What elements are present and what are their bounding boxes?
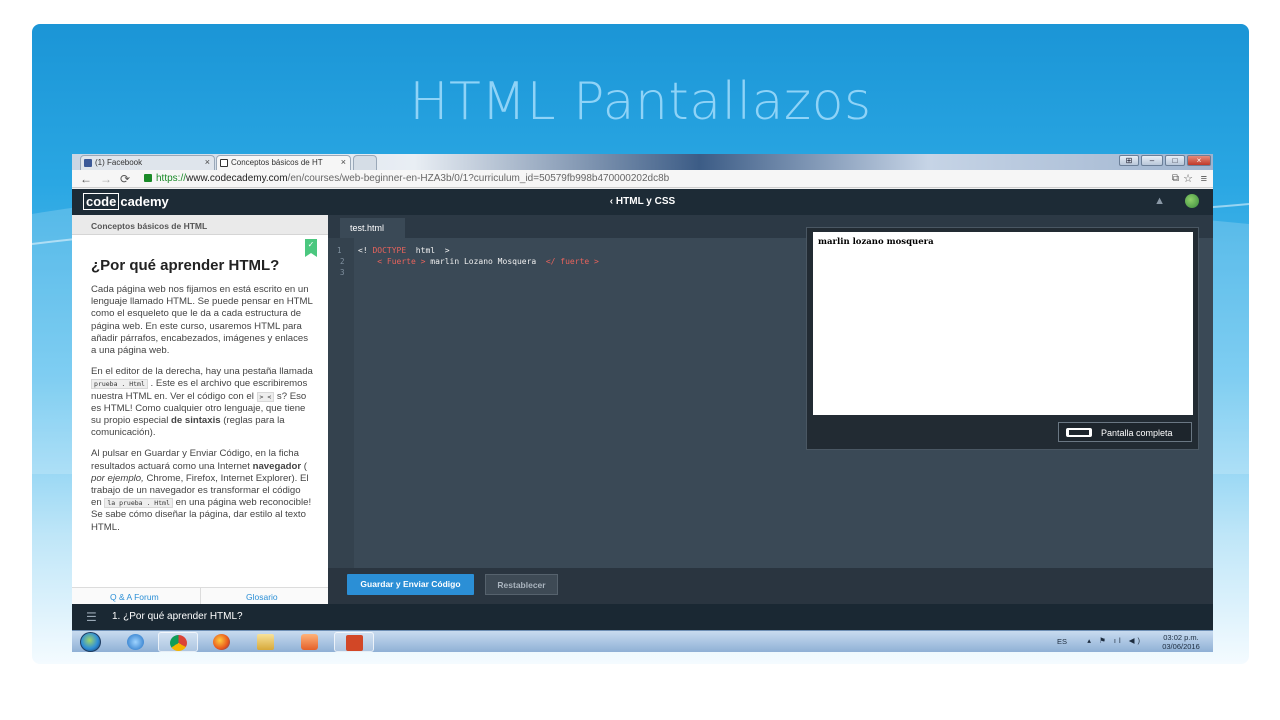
lesson-title: ¿Por qué aprender HTML? bbox=[91, 258, 280, 274]
bookmark-check-icon: ✓ bbox=[305, 239, 317, 257]
inline-code: la prueba . Html bbox=[104, 498, 173, 509]
close-tab-icon[interactable]: × bbox=[341, 157, 346, 167]
tab-test-html[interactable]: test.html bbox=[340, 218, 405, 238]
preview-output-text: marlin lozano mosquera bbox=[818, 237, 934, 247]
url-scheme: https:// bbox=[156, 173, 187, 184]
notification-icon[interactable]: ▲ bbox=[1154, 195, 1165, 207]
tab-facebook[interactable]: (1) Facebook × bbox=[80, 155, 215, 170]
browser-screenshot: (1) Facebook × Conceptos básicos de HT ×… bbox=[72, 154, 1213, 652]
close-tab-icon[interactable]: × bbox=[205, 157, 210, 167]
line-number: 2 bbox=[340, 257, 345, 266]
inline-code: > < bbox=[256, 391, 275, 402]
url-path: /en/courses/web-beginner-en-HZA3b/0/1?cu… bbox=[287, 173, 670, 184]
browser-tab-strip: (1) Facebook × Conceptos básicos de HT ×… bbox=[72, 154, 1213, 170]
lesson-paragraph: Al pulsar en Guardar y Enviar Código, en… bbox=[91, 448, 312, 533]
translate-icon[interactable]: ⧉ bbox=[1172, 172, 1179, 186]
internet-explorer-icon bbox=[127, 634, 144, 650]
taskbar-media-player[interactable] bbox=[290, 632, 330, 652]
back-arrow-icon[interactable]: ← bbox=[80, 172, 92, 186]
new-tab-button[interactable] bbox=[353, 155, 377, 170]
taskbar-explorer[interactable] bbox=[246, 632, 286, 652]
result-preview: marlin lozano mosquera Pantalla completa bbox=[806, 227, 1199, 450]
preview-output: marlin lozano mosquera bbox=[813, 232, 1193, 415]
start-button[interactable] bbox=[80, 632, 101, 652]
lesson-paragraph: En el editor de la derecha, hay una pest… bbox=[91, 366, 313, 439]
reload-icon[interactable]: ⟳ bbox=[120, 172, 130, 186]
reset-button[interactable]: Restablecer bbox=[485, 574, 558, 595]
fullscreen-button[interactable]: Pantalla completa bbox=[1058, 422, 1192, 442]
lesson-paragraph: Cada página web nos fijamos en está escr… bbox=[91, 284, 313, 357]
codecademy-header: code cademy ‹ HTML y CSS ▲ bbox=[72, 189, 1213, 215]
lesson-footer: Q & A Forum Glosario bbox=[72, 587, 328, 605]
taskbar-firefox[interactable] bbox=[202, 632, 242, 652]
window-extra-button[interactable]: ⊞ bbox=[1119, 155, 1139, 166]
powerpoint-icon bbox=[346, 635, 363, 651]
codecademy-icon bbox=[220, 159, 228, 167]
taskbar-ie[interactable] bbox=[116, 632, 156, 652]
close-window-button[interactable]: × bbox=[1187, 155, 1211, 166]
current-lesson-title[interactable]: 1. ¿Por qué aprender HTML? bbox=[112, 611, 243, 622]
line-number: 1 bbox=[337, 246, 342, 255]
language-indicator[interactable]: ES bbox=[1057, 637, 1067, 646]
facebook-icon bbox=[84, 159, 92, 167]
code-line[interactable]: <! DOCTYPE html > bbox=[358, 246, 450, 255]
avatar[interactable] bbox=[1185, 194, 1199, 208]
media-player-icon bbox=[301, 634, 318, 650]
hamburger-menu-icon[interactable]: ☰ bbox=[86, 610, 97, 624]
fullscreen-icon bbox=[1066, 428, 1092, 437]
qa-forum-link[interactable]: Q & A Forum bbox=[110, 592, 159, 602]
lesson-section-title: Conceptos básicos de HTML bbox=[72, 215, 328, 235]
code-line[interactable]: < Fuerte > marlin Lozano Mosquera </ fue… bbox=[358, 257, 599, 266]
tab-codecademy[interactable]: Conceptos básicos de HT × bbox=[216, 155, 351, 170]
line-number: 3 bbox=[340, 268, 345, 277]
menu-icon[interactable]: ≡ bbox=[1201, 172, 1207, 186]
lesson-navigation-bar: ☰ 1. ¿Por qué aprender HTML? bbox=[72, 604, 1213, 630]
taskbar-powerpoint[interactable] bbox=[334, 632, 374, 652]
fullscreen-label: Pantalla completa bbox=[1101, 428, 1173, 438]
folder-icon bbox=[257, 634, 274, 650]
clock[interactable]: 03:02 p.m. 03/06/2016 bbox=[1155, 633, 1207, 651]
slide-title: HTML Pantallazos bbox=[409, 72, 872, 132]
lock-icon bbox=[144, 174, 152, 182]
taskbar-chrome[interactable] bbox=[158, 632, 198, 652]
clock-date: 03/06/2016 bbox=[1162, 642, 1200, 651]
maximize-button[interactable]: □ bbox=[1165, 155, 1185, 166]
lesson-content: ¿Por qué aprender HTML? Cada página web … bbox=[91, 258, 313, 583]
tab-label: (1) Facebook bbox=[95, 158, 143, 167]
lesson-panel: Conceptos básicos de HTML ✓ ¿Por qué apr… bbox=[72, 215, 328, 605]
star-icon[interactable]: ☆ bbox=[1183, 172, 1193, 186]
tray-icons[interactable]: ▴ ⚑ ıl ◀) bbox=[1087, 636, 1143, 645]
address-bar: ← → ⟳ https://www.codecademy.com/en/cour… bbox=[72, 170, 1213, 188]
inline-code: prueba . Html bbox=[91, 379, 148, 390]
chrome-icon bbox=[170, 635, 187, 651]
line-gutter: 1 2 3 bbox=[328, 238, 354, 568]
url-host: www.codecademy.com bbox=[186, 173, 288, 184]
tab-label: Conceptos básicos de HT bbox=[231, 158, 323, 167]
firefox-icon bbox=[213, 634, 230, 650]
minimize-button[interactable]: – bbox=[1141, 155, 1163, 166]
course-breadcrumb[interactable]: ‹ HTML y CSS bbox=[72, 196, 1213, 207]
forward-arrow-icon[interactable]: → bbox=[100, 172, 112, 186]
url-input[interactable]: https://www.codecademy.com/en/courses/we… bbox=[144, 172, 1184, 186]
save-submit-button[interactable]: Guardar y Enviar Código bbox=[347, 574, 474, 595]
editor-action-bar: Guardar y Enviar Código Restablecer bbox=[328, 568, 1213, 604]
clock-time: 03:02 p.m. bbox=[1163, 633, 1199, 642]
glossary-link[interactable]: Glosario bbox=[246, 592, 278, 602]
windows-taskbar: ES ▴ ⚑ ıl ◀) 03:02 p.m. 03/06/2016 bbox=[72, 630, 1213, 652]
